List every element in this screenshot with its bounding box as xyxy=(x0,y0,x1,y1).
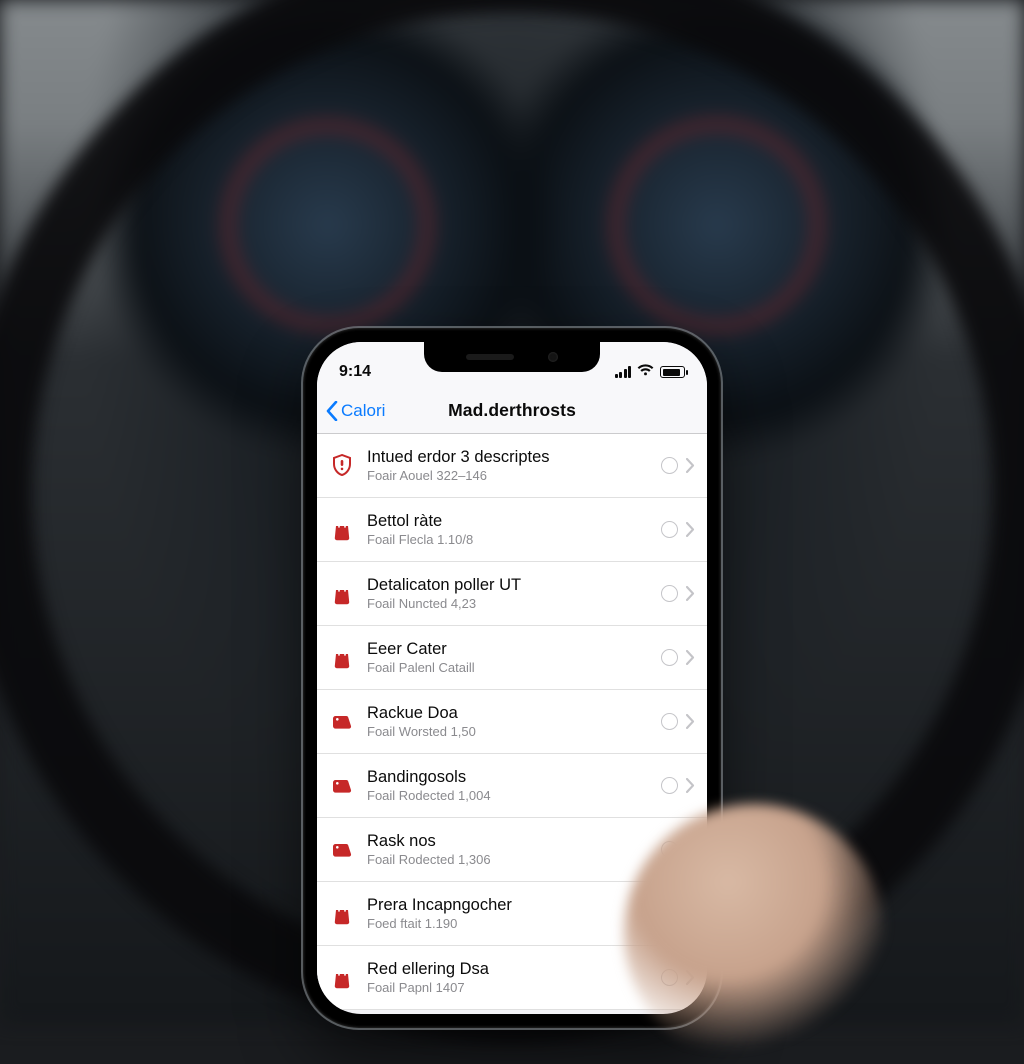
list-item-subtitle: Foail Worsted 1,50 xyxy=(367,724,653,740)
list-item[interactable]: Prera IncapngocherFoed ftait 1.190 xyxy=(317,882,707,946)
bag-icon xyxy=(331,518,353,542)
chevron-right-icon xyxy=(686,778,695,793)
back-button[interactable]: Calori xyxy=(325,388,385,433)
list-item-subtitle: Foail Rodected 1,306 xyxy=(367,852,653,868)
list-item[interactable]: Eeer CaterFoail Palenl Cataill xyxy=(317,626,707,690)
selection-radio[interactable] xyxy=(661,969,678,986)
list-item-subtitle: Foail Flecla 1.10/8 xyxy=(367,532,653,548)
status-time: 9:14 xyxy=(339,363,371,381)
list-item-subtitle: Foail Papnl 1407 xyxy=(367,980,653,996)
list-item-title: Bandingosols xyxy=(367,767,653,787)
selection-radio[interactable] xyxy=(661,457,678,474)
tag-icon xyxy=(331,710,353,734)
selection-radio[interactable] xyxy=(661,521,678,538)
bag-icon xyxy=(331,902,353,926)
chevron-right-icon xyxy=(686,714,695,729)
list-item[interactable]: Rask nosFoail Rodected 1,306 xyxy=(317,818,707,882)
tag-icon xyxy=(331,838,353,862)
bag-icon xyxy=(331,582,353,606)
back-label: Calori xyxy=(341,401,385,421)
wifi-icon xyxy=(637,363,654,381)
bag-icon xyxy=(331,966,353,990)
list-item-title: Intued erdor 3 descriptes xyxy=(367,447,653,467)
navigation-bar: Calori Mad.derthrosts xyxy=(317,388,707,434)
list-item[interactable]: Red ellering DsaFoail Papnl 1407 xyxy=(317,946,707,1010)
list-item-title: Rackue Doa xyxy=(367,703,653,723)
chevron-right-icon xyxy=(686,522,695,537)
selection-radio[interactable] xyxy=(661,905,678,922)
chevron-right-icon xyxy=(686,650,695,665)
list-item[interactable]: BandingosolsFoail Rodected 1,004 xyxy=(317,754,707,818)
diagnostic-list: Intued erdor 3 descriptesFoair Aouel 322… xyxy=(317,434,707,1010)
list-item-subtitle: Foail Rodected 1,004 xyxy=(367,788,653,804)
list-item-title: Prera Incapngocher xyxy=(367,895,653,915)
chevron-left-icon xyxy=(325,401,339,421)
battery-icon xyxy=(660,366,685,378)
list-item[interactable]: Bettol ràteFoail Flecla 1.10/8 xyxy=(317,498,707,562)
list-item-title: Bettol ràte xyxy=(367,511,653,531)
bag-icon xyxy=(331,646,353,670)
phone-screen: 9:14 Calori xyxy=(317,342,707,1014)
selection-radio[interactable] xyxy=(661,777,678,794)
list-item-subtitle: Foail Palenl Cataill xyxy=(367,660,653,676)
chevron-right-icon xyxy=(686,906,695,921)
front-camera xyxy=(548,352,558,362)
shield-icon xyxy=(331,454,353,478)
selection-radio[interactable] xyxy=(661,841,678,858)
list-item-title: Eeer Cater xyxy=(367,639,653,659)
status-right-cluster xyxy=(615,363,686,381)
page-title: Mad.derthrosts xyxy=(448,400,576,421)
phone-notch xyxy=(424,342,600,372)
chevron-right-icon xyxy=(686,458,695,473)
chevron-right-icon xyxy=(686,970,695,985)
chevron-right-icon xyxy=(686,842,695,857)
list-item-subtitle: Foair Aouel 322–146 xyxy=(367,468,653,484)
list-item-title: Red ellering Dsa xyxy=(367,959,653,979)
list-item-subtitle: Foed ftait 1.190 xyxy=(367,916,653,932)
list-item-title: Detalicaton poller UT xyxy=(367,575,653,595)
chevron-right-icon xyxy=(686,586,695,601)
selection-radio[interactable] xyxy=(661,649,678,666)
tag-icon xyxy=(331,774,353,798)
cellular-signal-icon xyxy=(615,366,632,378)
selection-radio[interactable] xyxy=(661,585,678,602)
list-item[interactable]: Intued erdor 3 descriptesFoair Aouel 322… xyxy=(317,434,707,498)
phone-frame: 9:14 Calori xyxy=(303,328,721,1028)
list-item[interactable]: Detalicaton poller UTFoail Nuncted 4,23 xyxy=(317,562,707,626)
selection-radio[interactable] xyxy=(661,713,678,730)
list-item[interactable]: Rackue DoaFoail Worsted 1,50 xyxy=(317,690,707,754)
earpiece-speaker xyxy=(466,354,514,360)
list-item-subtitle: Foail Nuncted 4,23 xyxy=(367,596,653,612)
list-item-title: Rask nos xyxy=(367,831,653,851)
